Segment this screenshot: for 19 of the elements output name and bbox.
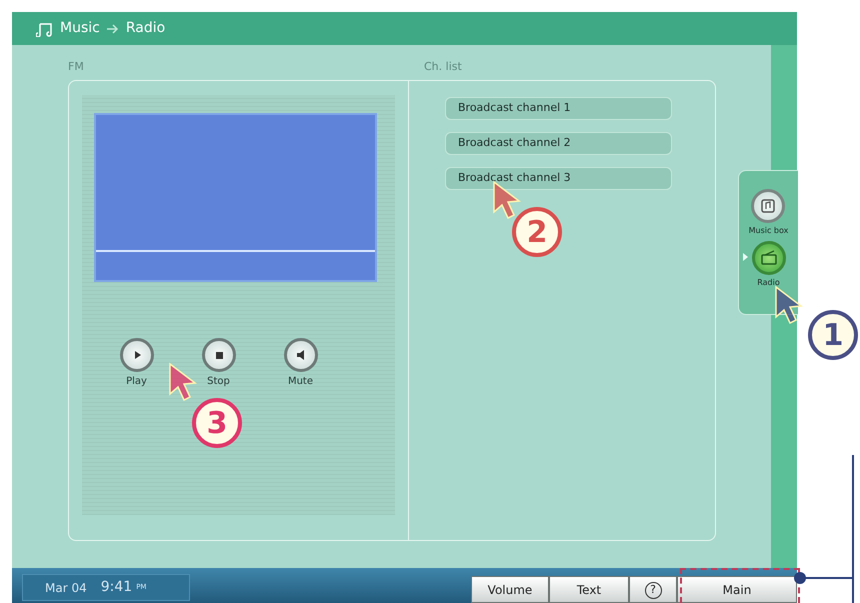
panel-title: FM xyxy=(68,59,85,75)
control-label: Mute xyxy=(288,375,314,389)
control-label: Stop xyxy=(207,375,230,389)
bottom-button[interactable]: Volume xyxy=(471,576,549,603)
dock-label: Radio xyxy=(757,277,780,289)
app-title: Music xyxy=(60,19,100,38)
help-button[interactable]: ? xyxy=(629,576,677,603)
section-title: Radio xyxy=(126,19,166,38)
callout-number: 1 xyxy=(808,310,858,360)
panel-title: Ch. list xyxy=(424,59,462,75)
time-text: 9:41 xyxy=(100,578,132,597)
channel-button[interactable]: Broadcast channel 3 xyxy=(445,167,672,190)
channel-button[interactable]: Broadcast channel 1 xyxy=(445,97,672,120)
bottom-button[interactable]: Text xyxy=(549,576,629,603)
channel-button[interactable]: Broadcast channel 2 xyxy=(445,132,672,155)
control-label: Play xyxy=(126,375,147,389)
date-text: Mar 04 xyxy=(45,580,87,596)
dock-label: Music box xyxy=(748,225,788,237)
bottom-button[interactable]: Main xyxy=(677,576,797,603)
